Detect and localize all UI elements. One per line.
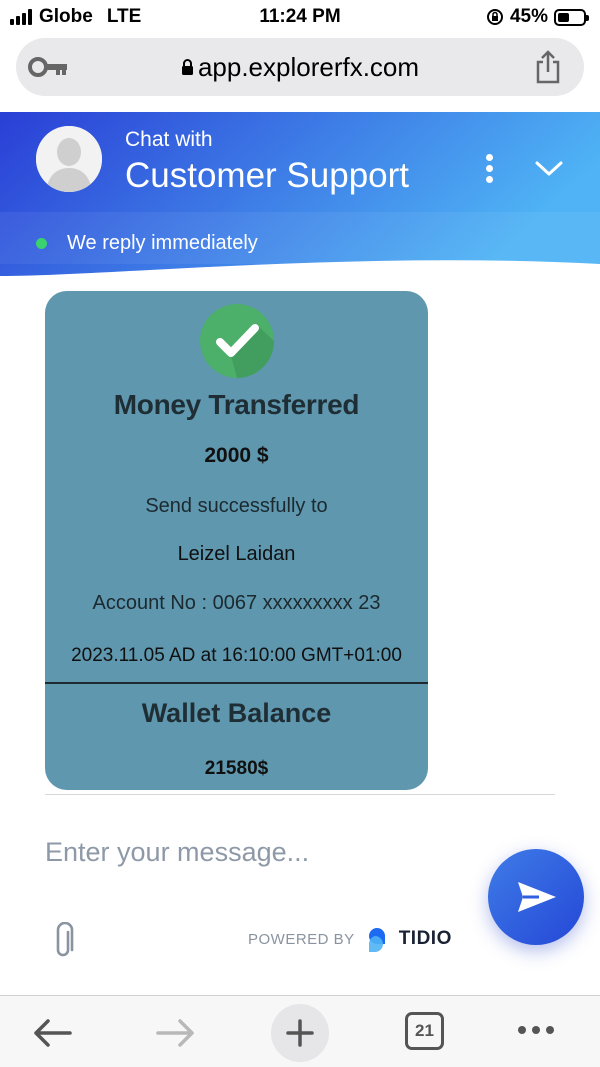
- back-arrow-icon[interactable]: [32, 1018, 72, 1048]
- chat-header: Chat with Customer Support We reply imme…: [0, 112, 600, 282]
- address-bar[interactable]: app.explorerfx.com: [16, 38, 584, 96]
- receipt-title: Money Transferred: [113, 389, 360, 420]
- wallet-label: Wallet Balance: [141, 698, 332, 728]
- powered-by-text: POWERED BY: [248, 930, 355, 948]
- message-input[interactable]: [45, 830, 465, 874]
- orientation-lock-icon: [486, 9, 503, 25]
- online-status: We reply immediately: [36, 232, 258, 255]
- battery-icon: [554, 8, 589, 26]
- tabs-button[interactable]: 21: [405, 1012, 444, 1050]
- composer-divider: [45, 794, 555, 795]
- agent-avatar: [36, 126, 102, 192]
- account-number: Account No : 0067 xxxxxxxxx 23: [92, 592, 381, 614]
- send-status-text: Send successfully to: [145, 495, 328, 517]
- battery-percent: 45%: [509, 6, 548, 27]
- url-text: app.explorerfx.com: [197, 52, 420, 82]
- plus-icon: [286, 1019, 314, 1047]
- card-divider: [45, 682, 428, 684]
- send-button[interactable]: [488, 849, 584, 945]
- wallet-balance: 21580$: [204, 758, 269, 779]
- status-text: We reply immediately: [67, 232, 258, 254]
- more-menu-icon[interactable]: [518, 1026, 554, 1034]
- online-dot-icon: [36, 238, 47, 249]
- powered-by[interactable]: POWERED BY TIDIO: [248, 926, 452, 952]
- chevron-down-icon[interactable]: [532, 156, 566, 182]
- status-right: 45%: [486, 6, 589, 28]
- new-tab-button[interactable]: [271, 1004, 329, 1062]
- check-circle-icon: [200, 304, 274, 378]
- forward-arrow-icon[interactable]: [156, 1018, 196, 1048]
- more-options-icon[interactable]: [481, 154, 497, 186]
- chat-subtitle: Chat with: [125, 128, 213, 151]
- chat-title: Customer Support: [125, 156, 410, 195]
- recipient-name: Leizel Laidan: [177, 543, 296, 565]
- tidio-brand: TIDIO: [398, 928, 452, 949]
- share-icon[interactable]: [534, 50, 562, 84]
- transfer-amount: 2000 $: [204, 444, 269, 467]
- transfer-datetime: 2023.11.05 AD at 16:10:00 GMT+01:00: [71, 645, 402, 666]
- lock-icon: [181, 59, 193, 75]
- paperclip-icon[interactable]: [52, 922, 76, 960]
- send-icon: [518, 882, 556, 912]
- tidio-logo-icon: [368, 928, 385, 952]
- url-display[interactable]: app.explorerfx.com: [16, 52, 584, 83]
- transfer-receipt-card: Money Transferred 2000 $ Send successful…: [45, 291, 428, 790]
- browser-toolbar: 21: [0, 995, 600, 1067]
- status-bar: Globe LTE 11:24 PM 45%: [0, 0, 600, 34]
